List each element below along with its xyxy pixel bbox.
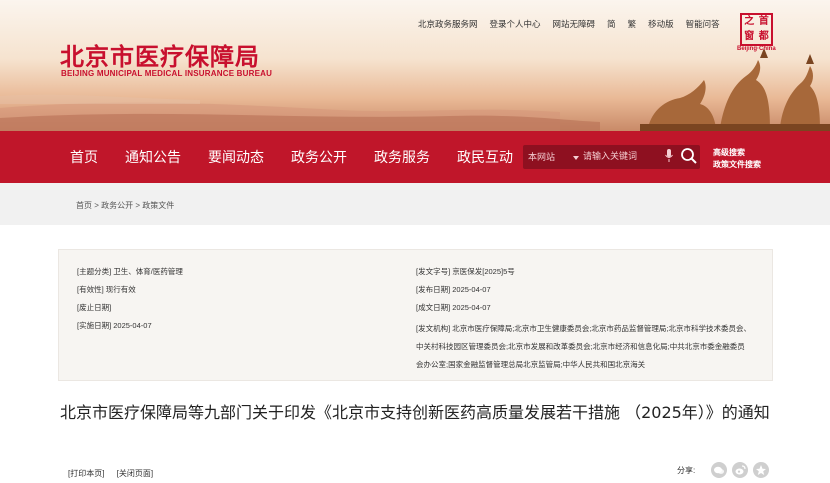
chevron-down-icon[interactable]: [573, 156, 579, 160]
nav-item-gov-affairs[interactable]: 政务公开: [291, 147, 347, 167]
top-link-smart-qa[interactable]: 智能问答: [686, 18, 720, 30]
microphone-icon[interactable]: [665, 149, 673, 163]
top-link-login[interactable]: 登录个人中心: [490, 18, 541, 30]
seal-char: 都: [758, 30, 769, 42]
nav-item-gov-services[interactable]: 政务服务: [374, 147, 430, 167]
capital-window-seal[interactable]: 之 首 窗 都: [740, 13, 773, 46]
search-box: 本网站: [523, 145, 700, 169]
top-link-mobile[interactable]: 移动版: [648, 18, 674, 30]
meta-issuing-orgs: [发文机构] 北京市医疗保障局;北京市卫生健康委员会;北京市药品监督管理局;北京…: [416, 324, 751, 369]
search-icon[interactable]: [680, 147, 698, 165]
print-button[interactable]: [打印本页]: [68, 469, 104, 478]
meta-validity: [有效性] 现行有效: [77, 285, 136, 294]
search-scope-select[interactable]: 本网站: [528, 150, 555, 163]
site-logo-en: BEIJING MUNICIPAL MEDICAL INSURANCE BURE…: [61, 69, 273, 78]
advanced-search-links: 高级搜索 政策文件搜索: [713, 147, 761, 171]
meta-repeal-date: [废止日期]: [77, 303, 112, 312]
breadcrumb-bar: 首页 > 政务公开 > 政策文件: [0, 183, 830, 225]
advanced-search-link[interactable]: 高级搜索: [713, 147, 761, 159]
top-link-simplified[interactable]: 简: [607, 18, 616, 30]
nav-item-news[interactable]: 要闻动态: [208, 147, 264, 167]
article-title: 北京市医疗保障局等九部门关于印发《北京市支持创新医药高质量发展若干措施 （202…: [60, 403, 770, 422]
meta-written-date: [成文日期] 2025-04-07: [416, 303, 491, 312]
search-input[interactable]: [583, 148, 677, 164]
top-links: 北京政务服务网 登录个人中心 网站无障碍 简 繁 移动版 智能问答: [418, 18, 732, 30]
weibo-icon[interactable]: [732, 462, 748, 478]
nav-item-interaction[interactable]: 政民互动: [457, 147, 513, 167]
wechat-icon[interactable]: [711, 462, 727, 478]
close-page-button[interactable]: [关闭页面]: [117, 469, 153, 478]
top-link-accessibility[interactable]: 网站无障碍: [553, 18, 596, 30]
seal-char: 首: [758, 16, 769, 27]
page-tools: [打印本页] [关闭页面]: [68, 468, 163, 479]
share-icons: [711, 462, 774, 478]
top-link-traditional[interactable]: 繁: [628, 18, 637, 30]
nav-item-home[interactable]: 首页: [70, 147, 98, 167]
meta-publish-date: [发布日期] 2025-04-07: [416, 285, 491, 294]
header-banner: 北京市医疗保障局 BEIJING MUNICIPAL MEDICAL INSUR…: [0, 0, 830, 131]
document-meta-box: [主题分类] 卫生、体育/医药管理 [有效性] 现行有效 [废止日期] [实施日…: [58, 249, 773, 381]
meta-subject: [主题分类] 卫生、体育/医药管理: [77, 267, 183, 276]
meta-effective-date: [实施日期] 2025-04-07: [77, 321, 152, 330]
qzone-icon[interactable]: [753, 462, 769, 478]
breadcrumb[interactable]: 首页 > 政务公开 > 政策文件: [76, 200, 174, 211]
main-nav: 首页 通知公告 要闻动态 政务公开 政务服务 政民互动 本网站: [0, 131, 830, 183]
site-logo-cn[interactable]: 北京市医疗保障局: [60, 37, 260, 72]
policy-search-link[interactable]: 政策文件搜索: [713, 159, 761, 171]
nav-item-notices[interactable]: 通知公告: [125, 147, 181, 167]
meta-doc-number: [发文字号] 京医保发[2025]5号: [416, 267, 515, 276]
seal-subtitle: Beijing·China: [737, 46, 776, 52]
seal-char: 之: [744, 16, 755, 27]
nav-items: 首页 通知公告 要闻动态 政务公开 政务服务 政民互动: [70, 131, 540, 183]
share-label: 分享:: [677, 466, 696, 475]
seal-char: 窗: [744, 30, 755, 42]
top-link-gov-service[interactable]: 北京政务服务网: [418, 18, 478, 30]
